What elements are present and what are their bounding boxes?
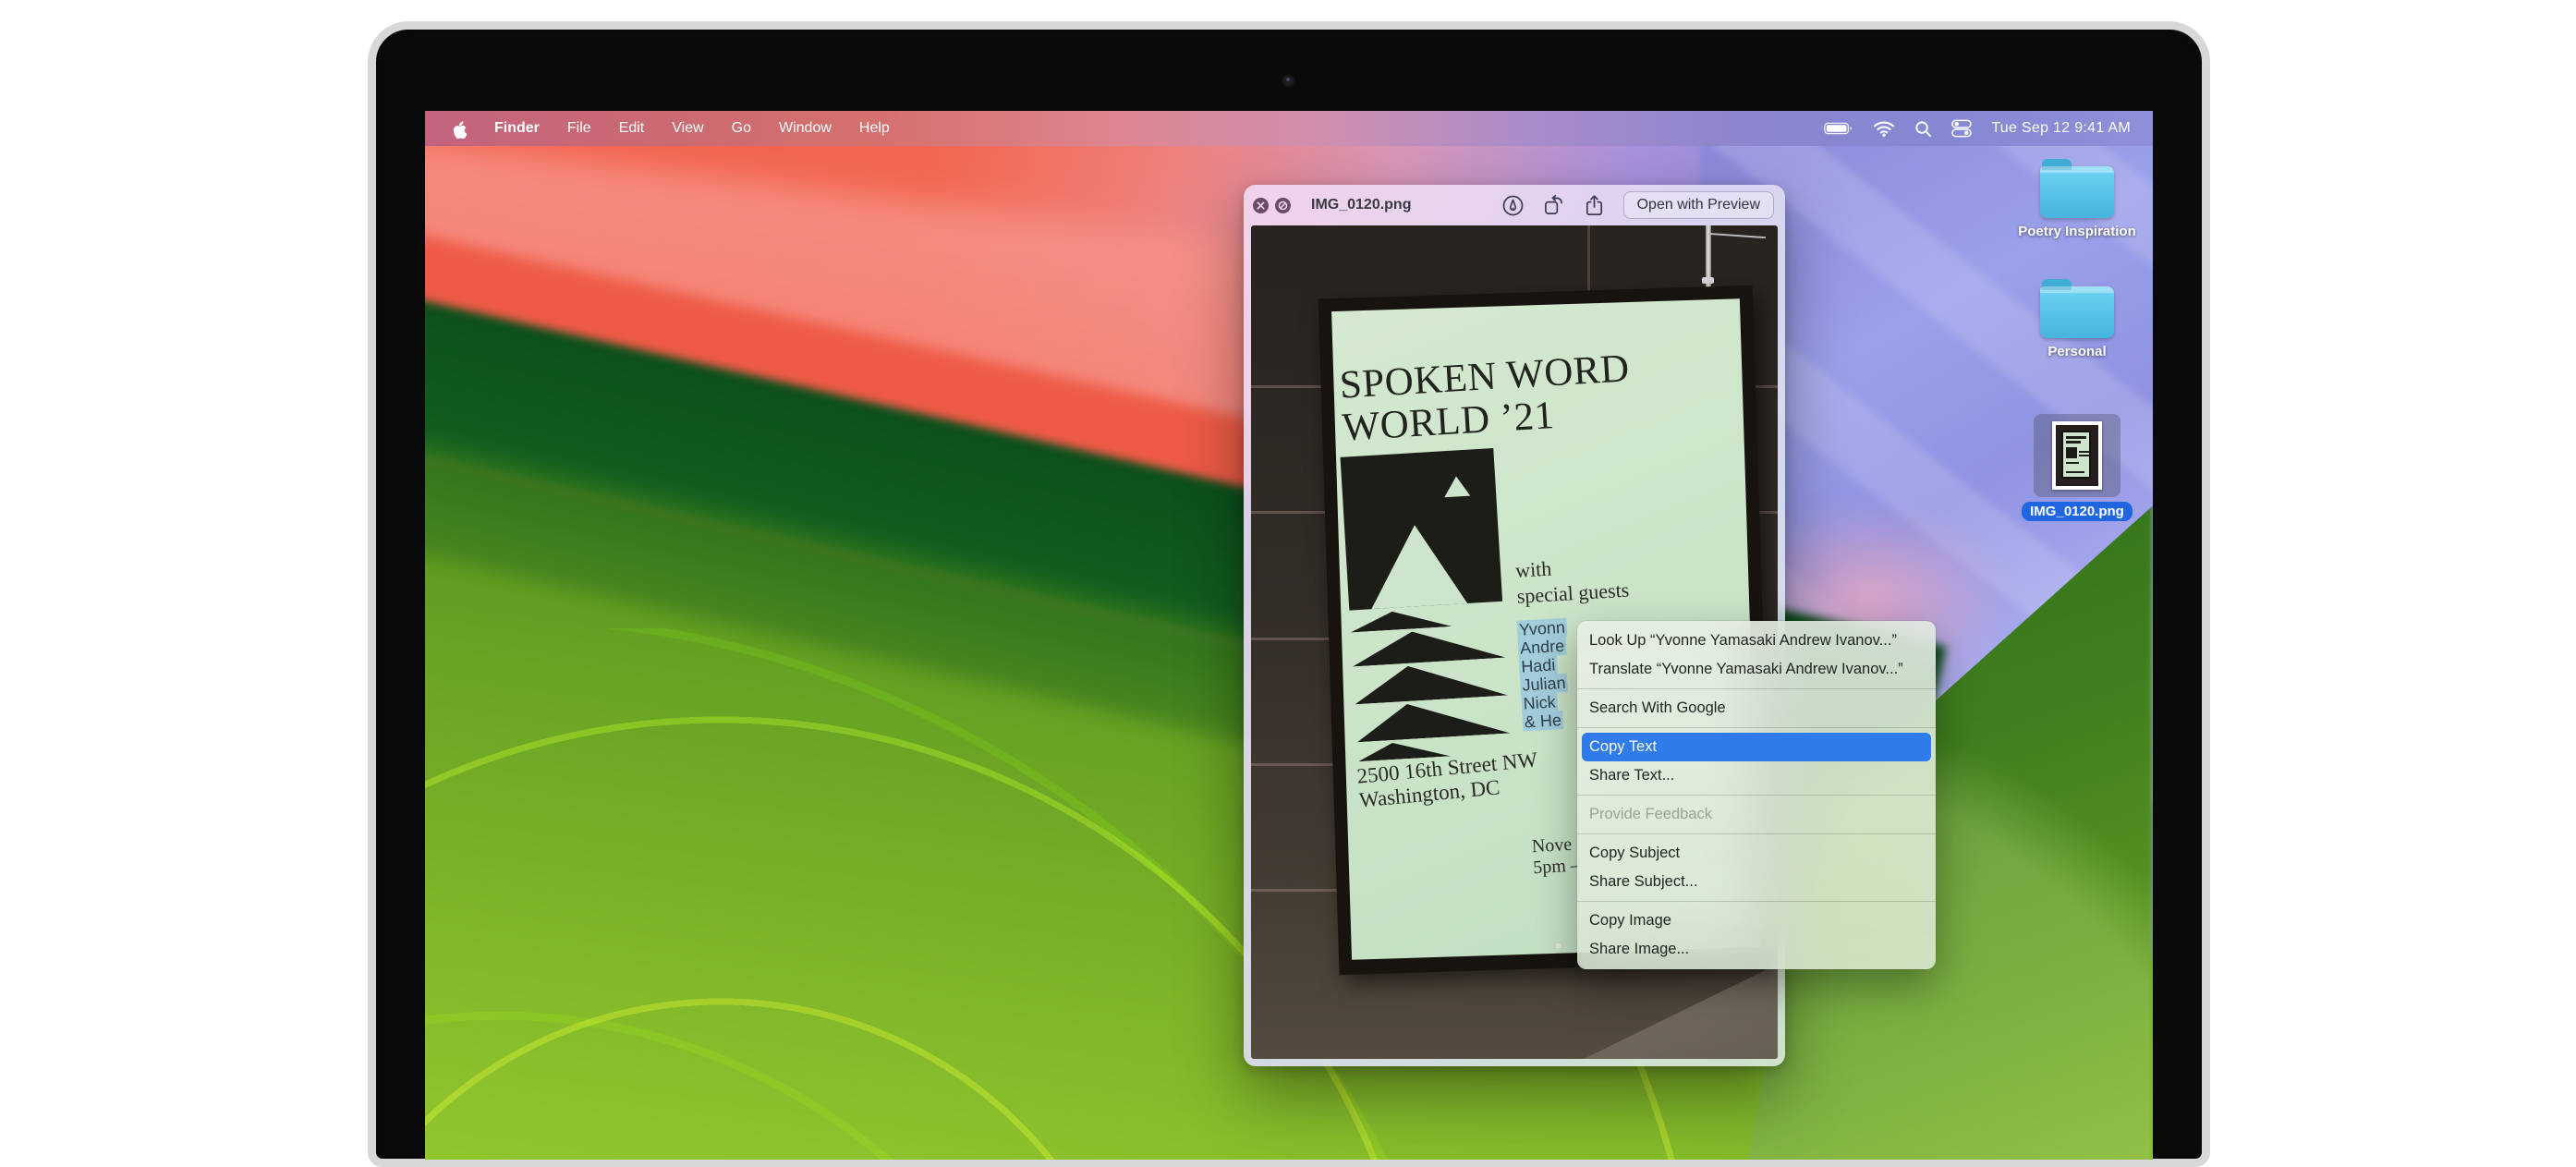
menu-item-edit[interactable]: Edit [605,111,659,146]
apple-logo [451,118,468,139]
rotate-icon[interactable] [1542,194,1565,217]
desktop-icon-img-0120[interactable]: IMG_0120.png [2003,414,2151,521]
menu-item-help[interactable]: Help [845,111,904,146]
desktop-screen: Finder File Edit View Go Window Help [425,111,2153,1160]
menu-item-search-with-google[interactable]: Search With Google [1577,694,1936,723]
close-button[interactable] [1253,198,1269,213]
menu-bar-status: Tue Sep 12 9:41 AM [1824,111,2131,146]
control-center-icon[interactable] [1951,119,1972,138]
menu-item-translate[interactable]: Translate “Yvonne Yamasaki Andrew Ivanov… [1577,655,1936,684]
image-file-thumbnail [2052,421,2102,490]
poster-graphic-square [1341,448,1503,611]
menu-item-provide-feedback: Provide Feedback [1577,800,1936,829]
menu-item-copy-text[interactable]: Copy Text [1582,733,1931,761]
quick-look-titlebar[interactable]: IMG_0120.png [1244,185,1785,225]
menu-separator [1577,795,1936,796]
desktop-icon-personal[interactable]: Personal [2003,286,2151,359]
menu-item-share-image[interactable]: Share Image... [1577,935,1936,964]
menu-item-share-subject[interactable]: Share Subject... [1577,868,1936,896]
menu-item-finder[interactable]: Finder [480,111,553,146]
menu-bar-clock[interactable]: Tue Sep 12 9:41 AM [1991,120,2131,137]
context-menu: Look Up “Yvonne Yamasaki Andrew Ivanov..… [1577,621,1936,969]
slash-circle-icon [1278,201,1288,211]
menu-item-view[interactable]: View [658,111,717,146]
folder-icon [2040,166,2114,218]
desktop-icon-poetry-inspiration[interactable]: Poetry Inspiration [2003,166,2151,239]
poster-selected-names[interactable]: Yvonn Andre Hadi Julian Nick & He [1516,618,1573,732]
menu-separator [1577,727,1936,728]
pipe-wire [1708,233,1766,238]
menu-bar-left: Finder File Edit View Go Window Help [425,111,904,146]
battery-icon[interactable] [1824,121,1853,136]
window-title: IMG_0120.png [1311,197,1411,213]
selected-file-label: IMG_0120.png [2022,502,2132,521]
selection-highlight [2034,414,2120,497]
menu-separator [1577,688,1936,689]
fullscreen-button[interactable] [1275,198,1291,213]
poster-date: Nove 5pm – [1531,833,1580,879]
desktop-icon-label: Poetry Inspiration [2003,224,2151,239]
apple-menu[interactable] [451,119,469,138]
desktop-icon-label: Personal [2003,344,2151,359]
menu-item-share-text[interactable]: Share Text... [1577,761,1936,790]
menu-item-copy-subject[interactable]: Copy Subject [1577,839,1936,868]
menu-item-go[interactable]: Go [718,111,765,146]
quick-look-toolbar: Open with Preview [1501,185,1774,225]
menu-item-copy-image[interactable]: Copy Image [1577,906,1936,935]
pipe-joint [1702,277,1714,284]
share-icon[interactable] [1583,194,1606,217]
webcam-icon [1282,74,1295,88]
menu-bar: Finder File Edit View Go Window Help [425,111,2153,146]
open-with-preview-button[interactable]: Open with Preview [1623,191,1774,219]
poster-guests-heading: with special guests [1514,552,1630,609]
macbook-device: Finder File Edit View Go Window Help [368,21,2210,1167]
poster-graphic-triangles [1350,605,1512,765]
search-icon[interactable] [1914,120,1932,138]
close-icon [1257,201,1265,210]
menu-item-file[interactable]: File [553,111,605,146]
menu-item-window[interactable]: Window [765,111,845,146]
wifi-icon[interactable] [1873,120,1895,137]
markup-pen-icon[interactable] [1501,194,1525,217]
menu-separator [1577,833,1936,834]
menu-item-look-up[interactable]: Look Up “Yvonne Yamasaki Andrew Ivanov..… [1577,626,1936,655]
folder-icon [2040,286,2114,338]
poster-title: SPOKEN WORD WORLD ’21 [1339,347,1634,449]
menu-separator [1577,901,1936,902]
